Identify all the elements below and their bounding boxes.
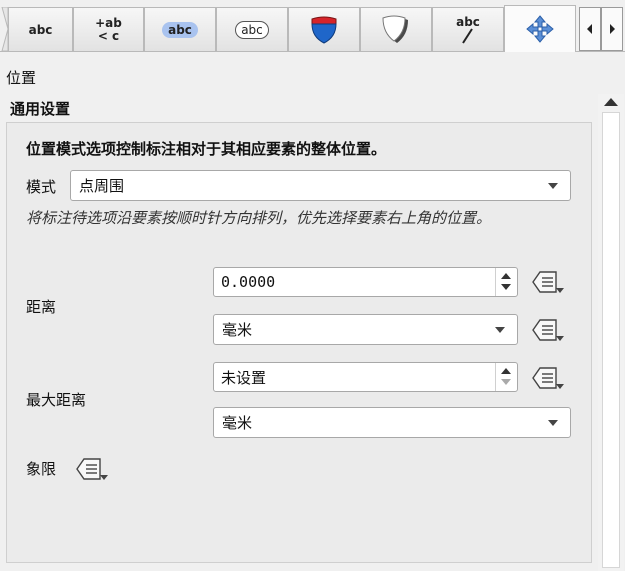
distance-input[interactable]: 0.0000 xyxy=(213,267,518,297)
chevron-left-icon xyxy=(587,24,592,34)
tab-scroll-right-button[interactable] xyxy=(601,7,623,51)
scroll-up-arrow-icon[interactable] xyxy=(604,98,618,106)
vertical-scrollbar[interactable] xyxy=(598,94,624,571)
max-distance-value: 未设置 xyxy=(221,368,267,387)
data-defined-override-icon[interactable] xyxy=(530,364,566,392)
tab-mask-label: abc xyxy=(235,20,269,39)
placement-description: 位置模式选项控制标注相对于其相应要素的整体位置。 xyxy=(26,140,387,158)
chevron-down-icon xyxy=(548,420,558,426)
move-arrows-icon xyxy=(526,15,554,43)
max-distance-unit-select[interactable]: 毫米 xyxy=(213,407,571,438)
tab-text-label: abc xyxy=(28,22,53,37)
mode-hint: 将标注待选项沿要素按顺时针方向排列，优先选择要素右上角的位置。 xyxy=(26,209,492,227)
mode-label: 模式 xyxy=(26,178,57,196)
data-defined-override-icon[interactable] xyxy=(530,268,566,296)
scrollbar-track[interactable] xyxy=(602,112,620,568)
max-distance-label: 最大距离 xyxy=(26,391,87,409)
callout-line-icon xyxy=(462,27,473,44)
stepper-down-icon[interactable] xyxy=(501,284,511,290)
tab-placement[interactable] xyxy=(504,5,576,52)
max-distance-stepper[interactable] xyxy=(495,363,517,391)
max-distance-unit-value: 毫米 xyxy=(222,414,253,432)
distance-value: 0.0000 xyxy=(221,273,276,291)
interstate-shield-icon xyxy=(311,16,337,44)
group-title: 通用设置 xyxy=(10,100,71,118)
tab-callouts[interactable]: abc xyxy=(432,7,504,51)
tab-buffer[interactable]: abc xyxy=(144,7,216,51)
distance-unit-select[interactable]: 毫米 xyxy=(213,314,518,345)
tab-callouts-label: abc xyxy=(456,14,480,29)
quadrant-label: 象限 xyxy=(26,460,57,478)
distance-label: 距离 xyxy=(26,298,57,316)
mode-select[interactable]: 点周围 xyxy=(70,170,571,201)
max-distance-input[interactable]: 未设置 xyxy=(213,362,518,392)
distance-unit-value: 毫米 xyxy=(222,321,253,339)
distance-stepper[interactable] xyxy=(495,268,517,296)
tab-formatting-label-top: +ab xyxy=(95,15,122,30)
chevron-down-icon xyxy=(495,327,505,333)
tab-formatting[interactable]: +ab < c xyxy=(73,7,144,51)
tab-background-shield[interactable] xyxy=(288,7,360,51)
stepper-up-icon[interactable] xyxy=(501,273,511,279)
tab-buffer-label: abc xyxy=(162,21,198,38)
tab-mask[interactable]: abc xyxy=(216,7,288,51)
chevron-right-icon xyxy=(610,24,615,34)
tab-scroll-left-button[interactable] xyxy=(579,7,601,51)
chevron-down-icon xyxy=(548,183,558,189)
stepper-down-icon[interactable] xyxy=(501,379,511,385)
tab-shadow[interactable] xyxy=(360,7,432,51)
tab-text[interactable]: abc xyxy=(8,7,73,51)
tab-formatting-label-bottom: < c xyxy=(97,28,120,43)
data-defined-override-icon[interactable] xyxy=(530,316,566,344)
shadow-shield-icon xyxy=(382,15,408,43)
stepper-up-icon[interactable] xyxy=(501,368,511,374)
mode-select-value: 点周围 xyxy=(79,177,125,195)
tab-bar: abc +ab < c abc abc abc xyxy=(0,0,625,54)
data-defined-override-icon[interactable] xyxy=(74,455,110,483)
section-title: 位置 xyxy=(6,69,37,87)
